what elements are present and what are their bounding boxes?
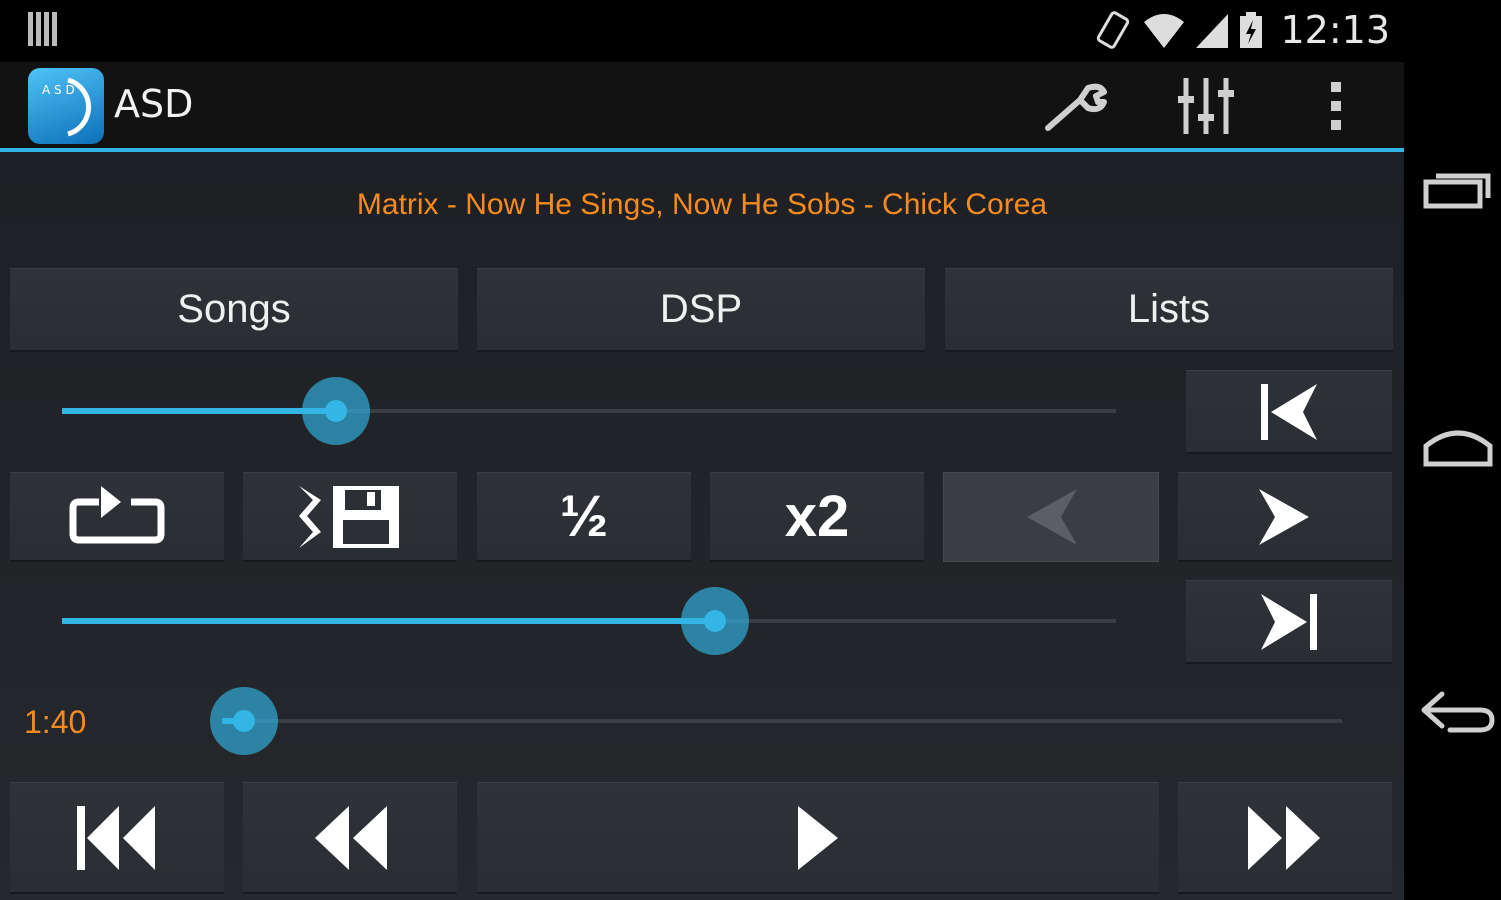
asd-logo-icon: A S D [42, 77, 92, 137]
chevron-right-icon [1259, 488, 1309, 545]
play-button[interactable] [477, 782, 1159, 894]
navigation-bar [1404, 0, 1501, 900]
status-time: 12:13 [1280, 8, 1390, 52]
fast-forward-icon [1248, 805, 1320, 870]
cell-signal-icon [1196, 14, 1229, 48]
chevron-left-icon [1027, 489, 1077, 545]
tab-dsp[interactable]: DSP [477, 268, 925, 352]
tab-lists-label: Lists [1127, 287, 1211, 331]
position-slider[interactable] [210, 686, 1342, 756]
action-bar: A S D ASD [0, 62, 1404, 150]
status-bar: 12:13 [0, 0, 1404, 62]
back-icon[interactable] [1420, 682, 1496, 742]
half-speed-button[interactable]: ½ [477, 472, 691, 562]
app-logo[interactable]: A S D [28, 68, 104, 144]
repeat-icon [69, 485, 165, 543]
jump-to-start-button[interactable] [1186, 370, 1392, 454]
double-speed-label: x2 [784, 484, 850, 549]
rewind-button[interactable] [243, 782, 457, 894]
double-speed-button[interactable]: x2 [710, 472, 924, 562]
skip-previous-icon [77, 805, 155, 870]
app-title: ASD [114, 82, 194, 126]
slider-fill [62, 618, 716, 624]
step-forward-button[interactable] [1178, 472, 1392, 562]
save-loop-button[interactable] [243, 472, 457, 562]
slider-thumb[interactable] [302, 377, 371, 445]
jump-to-end-button[interactable] [1186, 580, 1392, 664]
now-playing-title: Matrix - Now He Sings, Now He Sobs - Chi… [356, 188, 1048, 221]
save-loop-icon [299, 485, 399, 548]
wifi-icon [1144, 14, 1185, 48]
previous-track-button[interactable] [10, 782, 224, 894]
home-icon[interactable] [1420, 420, 1496, 480]
player-panel: Matrix - Now He Sings, Now He Sobs - Chi… [0, 152, 1404, 900]
tab-lists[interactable]: Lists [945, 268, 1393, 352]
slider-thumb[interactable] [210, 687, 279, 755]
position-time: 1:40 [24, 704, 87, 740]
speed-slider[interactable] [62, 376, 1116, 446]
rotate-phone-icon [1097, 11, 1130, 49]
slider-track [222, 719, 1342, 723]
rewind-icon [315, 805, 387, 870]
recent-apps-icon[interactable] [1420, 160, 1496, 220]
step-back-button[interactable] [943, 472, 1159, 562]
fast-forward-button[interactable] [1178, 782, 1392, 894]
tab-songs[interactable]: Songs [10, 268, 458, 352]
tab-songs-label: Songs [177, 287, 291, 331]
repeat-button[interactable] [10, 472, 224, 562]
slider-thumb[interactable] [681, 587, 750, 655]
status-icons: 12:13 [1094, 8, 1390, 52]
notification-bars-icon [28, 12, 57, 46]
pitch-slider[interactable] [62, 586, 1116, 656]
play-icon [798, 805, 838, 870]
skip-to-start-icon [1261, 383, 1317, 440]
equalizer-icon[interactable] [1172, 74, 1242, 138]
skip-to-end-icon [1261, 593, 1317, 650]
tab-dsp-label: DSP [659, 287, 743, 331]
wrench-icon[interactable] [1040, 74, 1110, 138]
slider-fill [62, 408, 337, 414]
overflow-menu-icon[interactable] [1302, 74, 1372, 138]
half-speed-label: ½ [559, 484, 609, 549]
logo-letters-text: A S D [42, 83, 75, 97]
battery-charging-icon [1240, 12, 1263, 48]
